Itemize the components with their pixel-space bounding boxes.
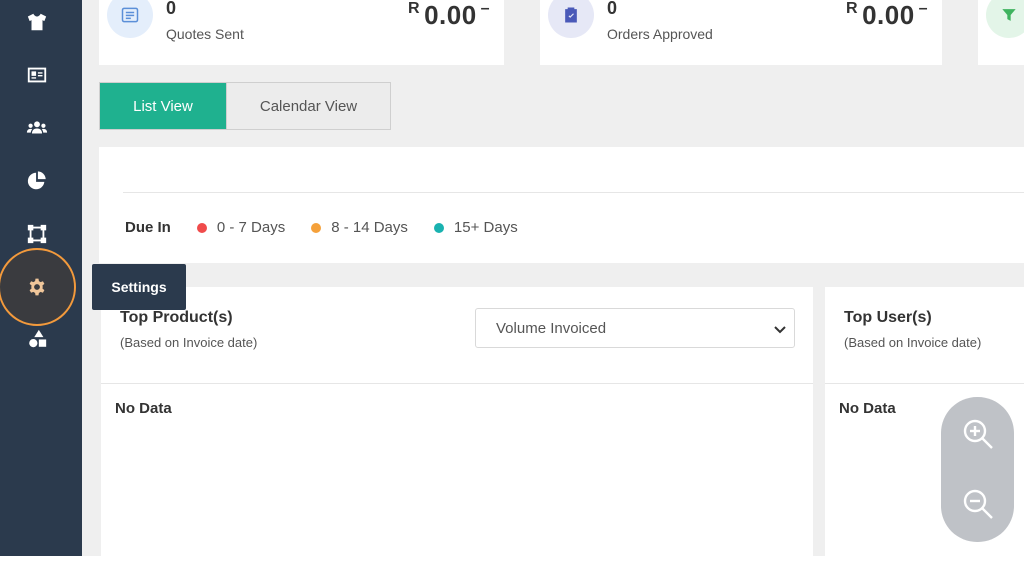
users-icon[interactable] <box>20 111 54 145</box>
top-products-title: Top Product(s) <box>120 309 233 326</box>
top-users-title: Top User(s) <box>844 309 932 326</box>
top-users-subtitle: (Based on Invoice date) <box>844 335 982 350</box>
orders-approved-label: Orders Approved <box>607 26 713 42</box>
amount-dash: – <box>918 0 929 17</box>
quotes-sent-count: 0 <box>166 0 177 18</box>
pie-chart-icon[interactable] <box>20 164 54 198</box>
top-users-no-data: No Data <box>839 400 896 417</box>
due-item-label: 8 - 14 Days <box>331 219 408 236</box>
filter-icon <box>986 0 1024 38</box>
zoom-in-button[interactable] <box>959 415 997 453</box>
metric-select-value: Volume Invoiced <box>496 320 607 337</box>
top-products-no-data: No Data <box>115 400 172 417</box>
quotes-sent-card: 0 Quotes Sent R 0.00– <box>99 0 504 65</box>
zoom-out-button[interactable] <box>959 485 997 523</box>
amount-value: 0.00 <box>862 0 915 30</box>
main-content: 0 Quotes Sent R 0.00– 0 Orders Approved R… <box>82 0 1024 556</box>
divider <box>101 383 813 384</box>
due-in-legend: Due In 0 - 7 Days 8 - 14 Days 15+ Days <box>125 219 544 236</box>
amount-dash: – <box>480 0 491 17</box>
due-item-label: 0 - 7 Days <box>216 219 286 236</box>
shapes-icon[interactable] <box>20 322 54 356</box>
cog-icon[interactable] <box>27 277 47 297</box>
third-stat-card <box>978 0 1024 65</box>
due-filter-panel: Due In 0 - 7 Days 8 - 14 Days 15+ Days <box>99 147 1024 263</box>
metric-select[interactable]: Volume Invoiced <box>475 308 795 348</box>
red-dot <box>196 222 207 233</box>
quotes-sent-amount: R 0.00– <box>408 0 490 31</box>
currency-symbol: R <box>408 0 421 17</box>
divider <box>825 383 1024 384</box>
clipboard-check-icon <box>548 0 594 38</box>
settings-highlight[interactable] <box>0 248 76 326</box>
settings-tooltip: Settings <box>92 264 186 310</box>
due-8-14-days[interactable]: 8 - 14 Days <box>311 219 408 236</box>
due-15-plus-days[interactable]: 15+ Days <box>433 219 518 236</box>
orders-approved-amount: R 0.00– <box>846 0 928 31</box>
view-toggle: List View Calendar View <box>99 82 391 130</box>
calendar-view-button[interactable]: Calendar View <box>226 83 390 129</box>
due-0-7-days[interactable]: 0 - 7 Days <box>196 219 286 236</box>
zoom-controls <box>941 397 1014 542</box>
list-view-button[interactable]: List View <box>100 83 226 129</box>
tshirt-icon[interactable] <box>20 5 54 39</box>
amount-value: 0.00 <box>424 0 477 30</box>
zoom-in-icon <box>963 419 993 449</box>
orange-dot <box>311 222 322 233</box>
orders-approved-count: 0 <box>607 0 618 18</box>
due-in-label: Due In <box>125 219 171 236</box>
currency-symbol: R <box>846 0 859 17</box>
divider <box>123 192 1024 193</box>
top-products-panel: Top Product(s) (Based on Invoice date) V… <box>101 287 813 556</box>
vector-square-icon[interactable] <box>20 217 54 251</box>
teal-dot <box>433 222 444 233</box>
quotes-sent-label: Quotes Sent <box>166 26 244 42</box>
list-icon <box>107 0 153 38</box>
id-card-icon[interactable] <box>20 58 54 92</box>
orders-approved-card: 0 Orders Approved R 0.00– <box>540 0 942 65</box>
due-item-label: 15+ Days <box>453 219 518 236</box>
chevron-down-icon <box>774 326 786 334</box>
zoom-out-icon <box>963 489 993 519</box>
top-products-subtitle: (Based on Invoice date) <box>120 335 258 350</box>
